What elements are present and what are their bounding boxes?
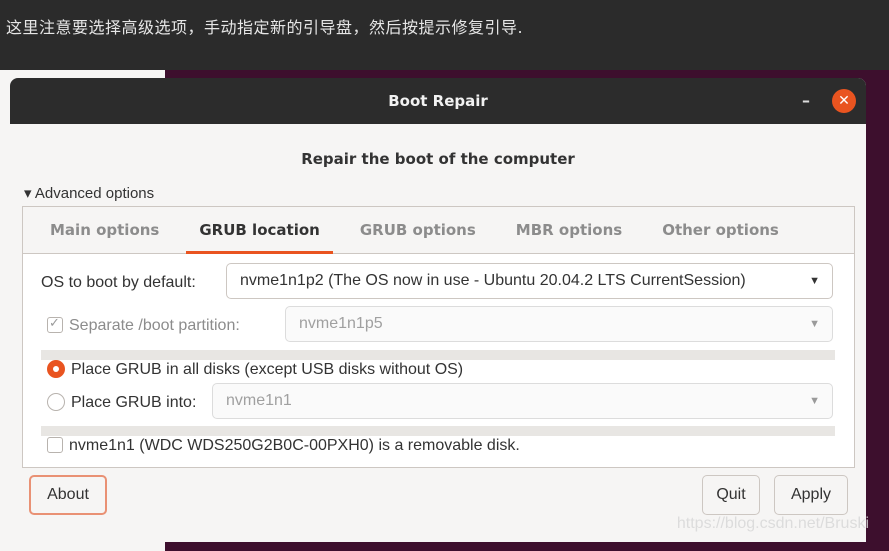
tab-grub-location[interactable]: GRUB location [186, 207, 334, 254]
titlebar[interactable]: Boot Repair – ✕ [10, 78, 866, 124]
tab-grub-options[interactable]: GRUB options [347, 207, 489, 253]
tab-mbr-options[interactable]: MBR options [503, 207, 635, 253]
separate-boot-value: nvme1n1p5 [299, 315, 383, 332]
removable-checkbox[interactable] [47, 436, 63, 453]
place-all-label: Place GRUB in all disks (except USB disk… [71, 361, 464, 379]
tab-other-options[interactable]: Other options [649, 207, 792, 253]
watermark: https://blog.csdn.net/Bruski [676, 515, 869, 532]
removable-row: nvme1n1 (WDC WDS250G2B0C-00PXH0) is a re… [47, 436, 520, 455]
place-all-radio[interactable] [47, 360, 65, 378]
apply-button[interactable]: Apply [774, 475, 848, 515]
advanced-options-expander[interactable]: ▾ Advanced options [24, 184, 154, 202]
tab-main-options[interactable]: Main options [37, 207, 172, 253]
os-default-label: OS to boot by default: [41, 274, 196, 291]
separate-boot-select[interactable]: nvme1n1p5 ▼ [285, 306, 833, 342]
place-into-value: nvme1n1 [226, 392, 292, 409]
boot-repair-window: Boot Repair – ✕ Repair the boot of the c… [10, 78, 866, 542]
caption-text: 这里注意要选择高级选项，手动指定新的引导盘，然后按提示修复引导. [6, 18, 524, 37]
chevron-down-icon: ▼ [809, 395, 820, 407]
chevron-down-icon: ▼ [809, 275, 820, 287]
window-title: Boot Repair [388, 92, 488, 110]
place-into-label: Place GRUB into: [71, 394, 197, 412]
quit-button[interactable]: Quit [702, 475, 760, 515]
separate-boot-checkbox[interactable] [47, 315, 63, 333]
os-default-select[interactable]: nvme1n1p2 (The OS now in use - Ubuntu 20… [226, 263, 833, 299]
place-all-row: Place GRUB in all disks (except USB disk… [47, 360, 464, 379]
divider [41, 350, 835, 360]
separate-boot-label: Separate /boot partition: [69, 317, 240, 334]
minimize-button[interactable]: – [794, 88, 818, 112]
place-into-row: Place GRUB into: [47, 393, 197, 412]
advanced-options-label: Advanced options [34, 185, 155, 202]
about-button[interactable]: About [29, 475, 107, 515]
expander-arrow-icon: ▾ [24, 185, 32, 202]
page-title: Repair the boot of the computer [301, 150, 575, 168]
removable-label: nvme1n1 (WDC WDS250G2B0C-00PXH0) is a re… [69, 437, 520, 454]
place-into-radio[interactable] [47, 393, 65, 411]
close-button[interactable]: ✕ [832, 89, 856, 113]
place-into-select[interactable]: nvme1n1 ▼ [212, 383, 833, 419]
chevron-down-icon: ▼ [809, 318, 820, 330]
separate-boot-row: Separate /boot partition: [47, 315, 240, 335]
tab-bar: Main options GRUB location GRUB options … [23, 207, 854, 254]
os-default-value: nvme1n1p2 (The OS now in use - Ubuntu 20… [240, 272, 746, 289]
divider [41, 426, 835, 436]
options-notebook: Main options GRUB location GRUB options … [22, 206, 855, 468]
